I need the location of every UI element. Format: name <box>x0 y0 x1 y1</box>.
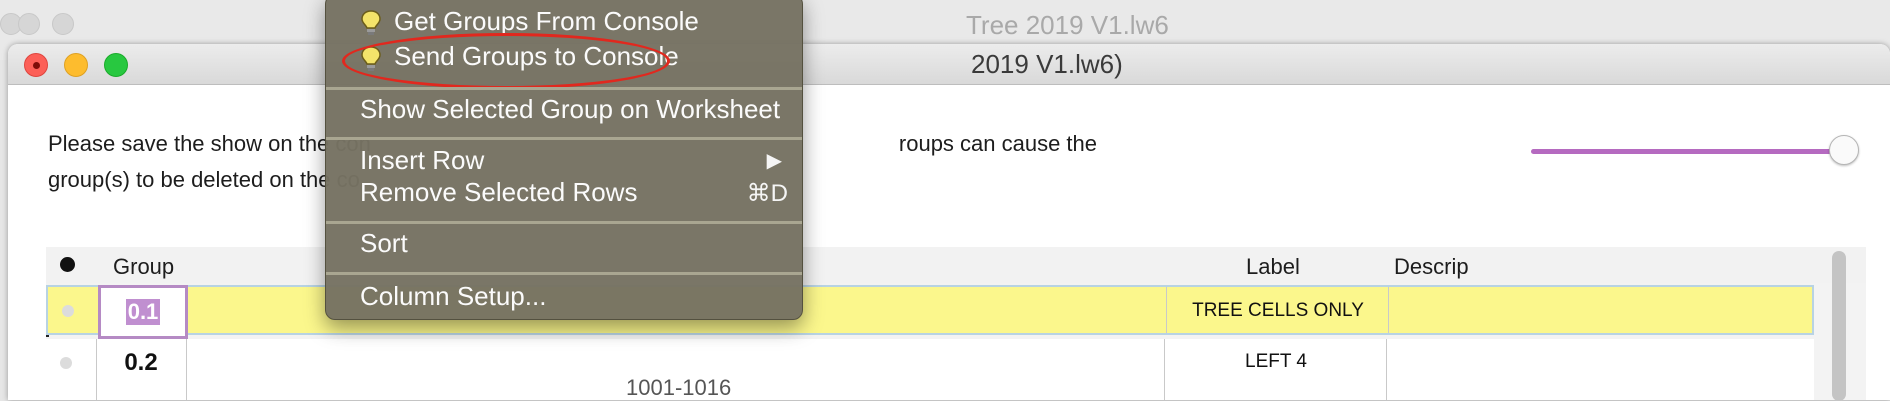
header-descrip[interactable]: Descrip <box>1394 254 1469 280</box>
slider[interactable] <box>1523 132 1883 172</box>
table-header: Group Label Descrip <box>46 247 1866 283</box>
channels-cell[interactable]: 1001-1016 <box>626 375 731 400</box>
vertical-scrollbar[interactable] <box>1832 251 1846 401</box>
column-divider <box>1388 287 1389 333</box>
group-cell[interactable]: 0.2 <box>96 349 186 377</box>
red-highlight-annotation <box>342 33 670 89</box>
back-window-minimize-button[interactable] <box>18 13 40 35</box>
menu-separator <box>326 272 802 275</box>
menu-item-show-selected-group[interactable]: Show Selected Group on Worksheet <box>360 94 780 125</box>
group-cell-editing[interactable]: 0.1 <box>98 285 188 339</box>
back-window-title: Tree 2019 V1.lw6 <box>966 10 1169 40</box>
column-divider <box>1164 339 1165 400</box>
context-menu: Get Groups From Console Send Groups to C… <box>325 0 803 320</box>
slider-knob[interactable] <box>1829 135 1859 165</box>
zoom-button[interactable] <box>104 53 128 77</box>
remove-rows-shortcut: ⌘D <box>746 180 788 207</box>
main-window: 2019 V1.lw6) Please save the show on the… <box>8 44 1890 400</box>
table-row[interactable]: 0.2 1001-1016 LEFT 4 <box>46 339 1814 400</box>
notice-line1-start: Please save the show on the con <box>48 131 371 156</box>
minimize-button[interactable] <box>64 53 88 77</box>
menu-item-sort[interactable]: Sort <box>360 228 408 259</box>
notice-line1-end: roups can cause the <box>898 131 1098 156</box>
select-all-dot-icon[interactable] <box>60 257 75 272</box>
title-bar: 2019 V1.lw6) <box>8 44 1890 85</box>
close-icon <box>32 61 40 69</box>
menu-separator <box>326 87 802 90</box>
submenu-arrow-icon: ▶ <box>766 150 782 172</box>
header-label[interactable]: Label <box>1246 254 1300 280</box>
groups-table: Group Label Descrip 0.1 TREE CELLS ONLY … <box>46 247 1866 400</box>
row-dot-icon <box>62 305 74 317</box>
menu-item-insert-row[interactable]: Insert Row <box>360 145 484 176</box>
label-cell[interactable]: LEFT 4 <box>1166 351 1386 373</box>
column-divider <box>1386 339 1387 400</box>
back-window-zoom-button[interactable] <box>52 13 74 35</box>
table-row[interactable]: 0.1 TREE CELLS ONLY <box>46 285 1814 339</box>
menu-separator <box>326 221 802 224</box>
notice-line2-start: group(s) to be deleted on the co <box>48 167 360 192</box>
column-divider <box>1166 287 1167 333</box>
menu-separator <box>326 137 802 140</box>
close-button[interactable] <box>24 53 48 77</box>
menu-item-remove-rows[interactable]: Remove Selected Rows <box>360 177 637 208</box>
lightbulb-icon <box>361 10 381 35</box>
label-cell[interactable]: TREE CELLS ONLY <box>1168 300 1388 322</box>
group-value-selected[interactable]: 0.1 <box>125 299 161 325</box>
column-divider <box>186 339 187 400</box>
window-title: 2019 V1.lw6) <box>971 49 1123 79</box>
slider-track[interactable] <box>1531 149 1837 154</box>
header-group[interactable]: Group <box>113 254 174 280</box>
row-dot-icon <box>60 357 72 369</box>
menu-item-get-groups[interactable]: Get Groups From Console <box>394 6 699 37</box>
menu-item-column-setup[interactable]: Column Setup... <box>360 281 546 312</box>
